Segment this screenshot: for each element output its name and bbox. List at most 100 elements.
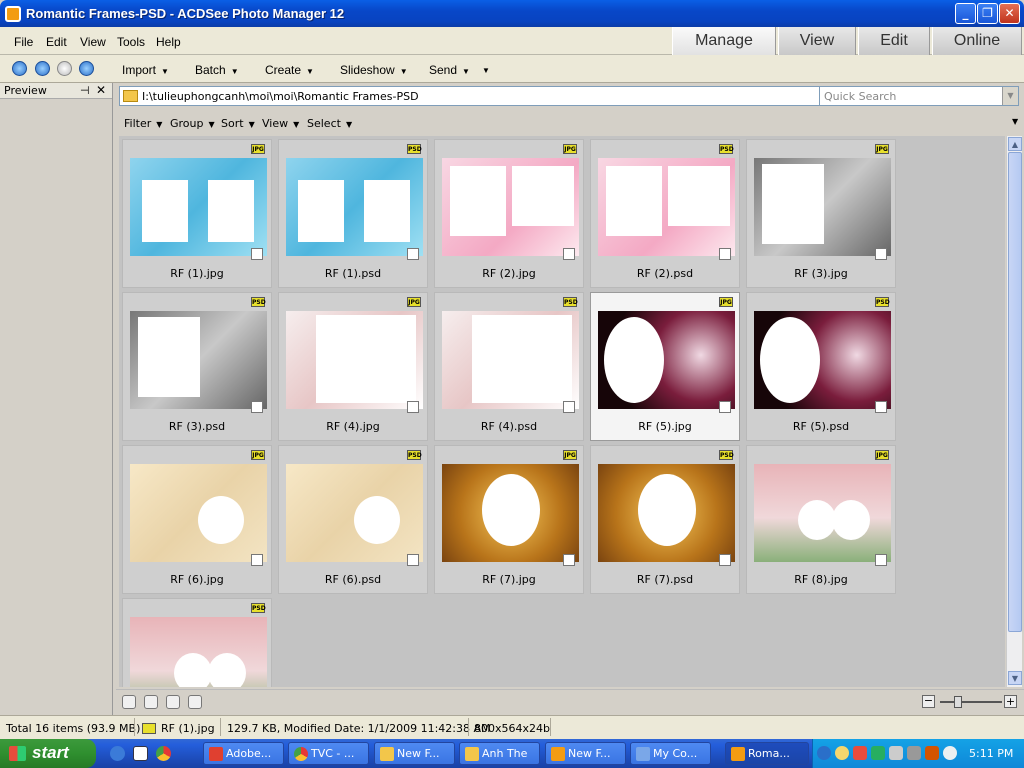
rotate-left-icon[interactable]: [144, 695, 158, 709]
tray-network-icon[interactable]: [889, 746, 903, 760]
zoom-in-icon[interactable]: +: [1004, 695, 1017, 708]
thumbnail-image[interactable]: [598, 311, 735, 409]
menu-tools[interactable]: Tools: [117, 35, 145, 49]
thumbnail-image[interactable]: [598, 158, 735, 256]
taskbar-btn-new-folder-1[interactable]: New F...: [374, 742, 455, 765]
tray-volume-icon[interactable]: [943, 746, 957, 760]
select-checkbox[interactable]: [719, 248, 731, 260]
thumbnail-item[interactable]: PSD RF (7).psd: [590, 445, 740, 594]
thumbnail-image[interactable]: [130, 617, 267, 687]
ie-icon[interactable]: [110, 746, 125, 761]
select-checkbox[interactable]: [251, 401, 263, 413]
scroll-up-icon[interactable]: ▲: [1008, 137, 1022, 151]
tab-online[interactable]: Online: [932, 27, 1022, 55]
thumbnail-image[interactable]: [754, 311, 891, 409]
search-dropdown-button[interactable]: ▼: [1002, 87, 1018, 105]
filterbar-overflow-icon[interactable]: ▼: [1012, 117, 1018, 126]
delete-icon[interactable]: [122, 695, 136, 709]
thumbnail-item[interactable]: PSD RF (4).psd: [434, 292, 584, 441]
select-checkbox[interactable]: [875, 248, 887, 260]
zoom-slider[interactable]: − +: [922, 695, 1018, 709]
menu-edit[interactable]: Edit: [46, 35, 67, 49]
tray-device-icon[interactable]: [907, 746, 921, 760]
send-menu[interactable]: Send ▼: [429, 63, 470, 77]
tab-manage[interactable]: Manage: [672, 27, 776, 55]
quick-search-input[interactable]: Quick Search ▼: [819, 86, 1019, 106]
thumbnail-item[interactable]: JPG RF (4).jpg: [278, 292, 428, 441]
acdsee-app-icon[interactable]: [5, 5, 21, 22]
thumbnail-image[interactable]: [754, 158, 891, 256]
thumbnail-image[interactable]: [286, 464, 423, 562]
close-preview-icon[interactable]: ✕: [96, 83, 106, 97]
start-button[interactable]: start: [0, 739, 96, 768]
thumbnail-item[interactable]: JPG RF (5).jpg: [590, 292, 740, 441]
thumbnail-item[interactable]: JPG RF (3).jpg: [746, 139, 896, 288]
taskbar-btn-adobe[interactable]: Adobe...: [203, 742, 284, 765]
taskbar-btn-tvc[interactable]: TVC - ...: [288, 742, 369, 765]
sort-menu[interactable]: Sort ▼: [221, 117, 255, 130]
taskbar-btn-romantic[interactable]: Roma...: [725, 742, 809, 765]
select-checkbox[interactable]: [407, 401, 419, 413]
thumbnail-image[interactable]: [442, 158, 579, 256]
thumbnail-image[interactable]: [442, 464, 579, 562]
notepad-icon[interactable]: [133, 746, 148, 761]
thumbnail-image[interactable]: [130, 158, 267, 256]
zoom-out-icon[interactable]: −: [922, 695, 935, 708]
thumbnail-item[interactable]: JPG RF (1).jpg: [122, 139, 272, 288]
select-checkbox[interactable]: [719, 554, 731, 566]
thumbnail-image[interactable]: [598, 464, 735, 562]
filter-menu[interactable]: Filter ▼: [124, 117, 162, 130]
thumbnail-image[interactable]: [286, 311, 423, 409]
thumbnail-image[interactable]: [442, 311, 579, 409]
forward-icon[interactable]: [57, 61, 72, 76]
thumbnail-item[interactable]: PSD RF (5).psd: [746, 292, 896, 441]
thumbnail-item[interactable]: JPG RF (6).jpg: [122, 445, 272, 594]
thumbnail-image[interactable]: [286, 158, 423, 256]
folder-path-field[interactable]: I:\tulieuphongcanh\moi\moi\Romantic Fram…: [119, 86, 933, 106]
scrollbar-thumb[interactable]: [1008, 152, 1022, 632]
thumbnail-item[interactable]: JPG RF (2).jpg: [434, 139, 584, 288]
slideshow-menu[interactable]: Slideshow ▼: [340, 63, 408, 77]
menu-file[interactable]: File: [14, 35, 33, 49]
select-checkbox[interactable]: [719, 401, 731, 413]
rotate-right-icon[interactable]: [166, 695, 180, 709]
menu-view[interactable]: View: [80, 35, 106, 49]
tray-expand-icon[interactable]: [817, 746, 831, 760]
thumbnail-item[interactable]: JPG RF (8).jpg: [746, 445, 896, 594]
home-icon[interactable]: [12, 61, 27, 76]
tray-smiley-icon[interactable]: [835, 746, 849, 760]
create-menu[interactable]: Create ▼: [265, 63, 314, 77]
taskbar-btn-anh-the[interactable]: Anh The: [459, 742, 540, 765]
tray-shield-icon[interactable]: [871, 746, 885, 760]
minimize-button[interactable]: _: [955, 3, 976, 24]
select-checkbox[interactable]: [875, 554, 887, 566]
thumbnail-item[interactable]: PSD RF (6).psd: [278, 445, 428, 594]
thumbnail-item[interactable]: PSD RF (2).psd: [590, 139, 740, 288]
vertical-scrollbar[interactable]: ▲ ▼: [1006, 136, 1022, 687]
thumbnail-item[interactable]: PSD RF (3).psd: [122, 292, 272, 441]
select-checkbox[interactable]: [563, 401, 575, 413]
thumbnail-image[interactable]: [130, 464, 267, 562]
thumbnail-image[interactable]: [754, 464, 891, 562]
back-icon[interactable]: [35, 61, 50, 76]
select-checkbox[interactable]: [875, 401, 887, 413]
pin-icon[interactable]: ⊣: [80, 84, 90, 97]
batch-menu[interactable]: Batch ▼: [195, 63, 239, 77]
close-button[interactable]: ✕: [999, 3, 1020, 24]
thumbnail-item[interactable]: PSD RF (1).psd: [278, 139, 428, 288]
thumbnail-item[interactable]: JPG RF (7).jpg: [434, 445, 584, 594]
select-checkbox[interactable]: [251, 248, 263, 260]
thumbnail-image[interactable]: [130, 311, 267, 409]
tray-app-icon[interactable]: [925, 746, 939, 760]
select-checkbox[interactable]: [251, 554, 263, 566]
chrome-icon[interactable]: [156, 746, 171, 761]
select-checkbox[interactable]: [563, 248, 575, 260]
tab-view[interactable]: View: [778, 27, 856, 55]
thumbnail-item[interactable]: PSDRF (8).psd: [122, 598, 272, 687]
select-menu[interactable]: Select ▼: [307, 117, 352, 130]
import-menu[interactable]: Import ▼: [122, 63, 169, 77]
select-checkbox[interactable]: [407, 248, 419, 260]
menu-help[interactable]: Help: [156, 35, 181, 49]
taskbar-btn-my-computer[interactable]: My Co...: [630, 742, 711, 765]
up-folder-icon[interactable]: [79, 61, 94, 76]
